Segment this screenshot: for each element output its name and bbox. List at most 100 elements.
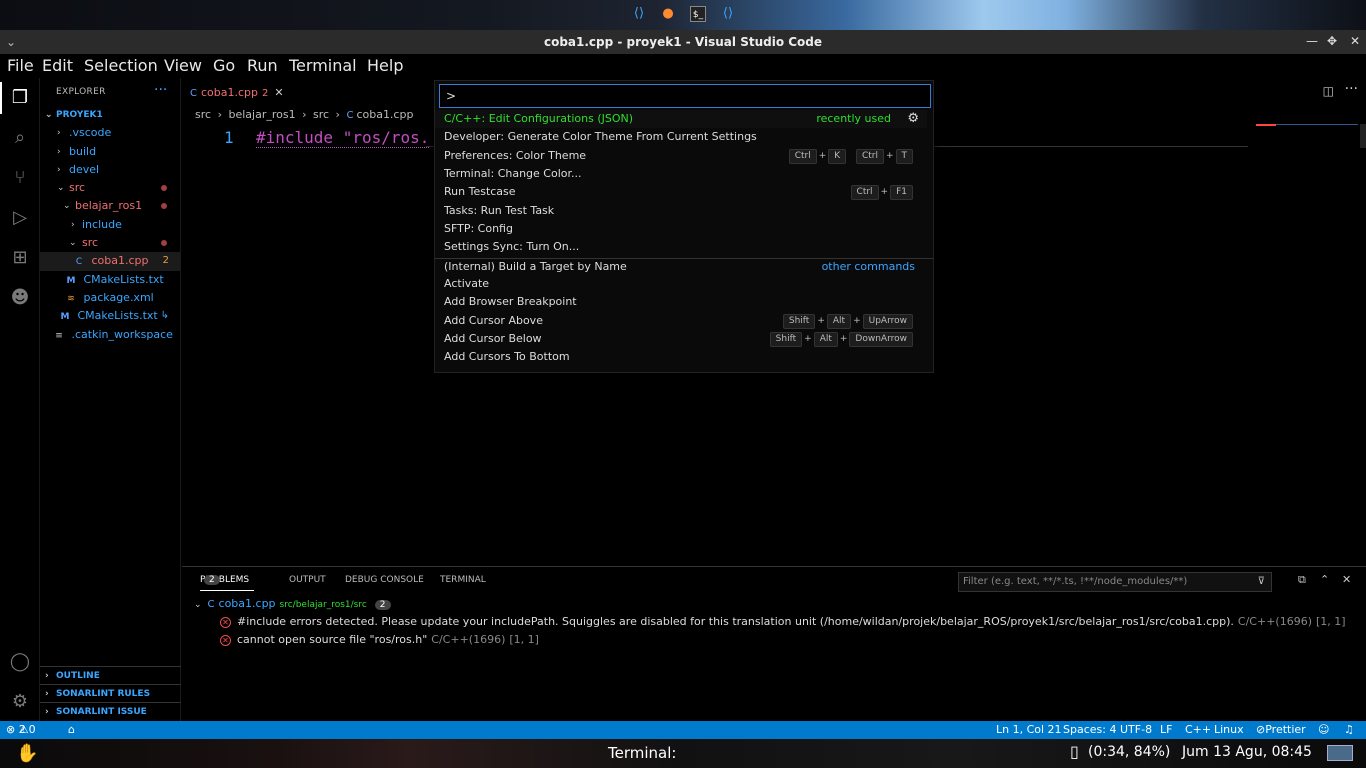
search-icon[interactable]: ⌕ — [8, 126, 32, 150]
menu-help[interactable]: Help — [367, 56, 403, 75]
tab-terminal[interactable]: TERMINAL — [440, 575, 486, 585]
palette-item[interactable]: Add Browser Breakpoint — [435, 293, 927, 311]
collapse-all-icon[interactable]: ⧉ — [1298, 573, 1306, 587]
status-eol[interactable]: LF — [1160, 721, 1172, 739]
battery-icon[interactable]: ▯ — [1070, 742, 1079, 761]
cpp-file-icon: C — [346, 110, 354, 121]
tree-item-catkin-workspace[interactable]: ≡ .catkin_workspace — [40, 326, 181, 344]
maximize-panel-icon[interactable]: ⌃ — [1320, 573, 1329, 586]
status-encoding[interactable]: UTF-8 — [1120, 721, 1152, 739]
tree-item-label: include — [82, 217, 122, 231]
tree-item-vscode[interactable]: › .vscode — [40, 124, 181, 142]
palette-item[interactable]: Preferences: Color Theme Ctrl + K Ctrl + T — [435, 147, 927, 165]
palette-item-label: Add Cursor Below — [444, 332, 542, 345]
tab-output[interactable]: OUTPUT — [289, 575, 326, 585]
cpp-file-icon: C — [207, 599, 215, 610]
tree-item-include[interactable]: › include — [40, 216, 181, 234]
breadcrumb-item[interactable]: src — [313, 108, 329, 121]
vscode-launcher-icon[interactable]: ⟨⟩ — [631, 6, 647, 22]
command-palette-input[interactable]: > — [439, 84, 931, 108]
close-tab-icon[interactable]: ✕ — [274, 86, 283, 99]
tree-root[interactable]: ⌄ PROYEK1 — [40, 106, 181, 124]
palette-item[interactable]: SFTP: Config — [435, 220, 927, 238]
tree-item-belajar-ros1[interactable]: ⌄ belajar_ros1 — [40, 197, 181, 215]
more-actions-icon[interactable]: ··· — [1345, 81, 1358, 97]
run-debug-icon[interactable]: ▷ — [8, 206, 32, 230]
source-control-icon[interactable]: ⑂ — [8, 166, 32, 190]
palette-item[interactable]: Add Cursor Above Shift + Alt + UpArrow — [435, 312, 927, 330]
menu-terminal[interactable]: Terminal — [289, 56, 357, 75]
palette-item[interactable]: C/C++: Edit Configurations (JSON) recent… — [435, 110, 927, 128]
terminal-launcher-icon[interactable]: $_ — [690, 6, 706, 22]
split-editor-icon[interactable]: ◫ — [1323, 84, 1334, 98]
problem-file-row[interactable]: ⌄ Ccoba1.cpp src/belajar_ros1/src 2 — [194, 597, 391, 610]
palette-item[interactable]: Developer: Generate Color Theme From Cur… — [435, 128, 927, 146]
explorer-icon[interactable]: ❐ — [8, 86, 32, 110]
status-language[interactable]: C++ — [1185, 721, 1211, 739]
menu-file[interactable]: File — [7, 56, 34, 75]
show-desktop-icon[interactable] — [1327, 745, 1353, 761]
palette-item[interactable]: Run Testcase Ctrl + F1 — [435, 183, 927, 201]
tree-item-devel[interactable]: › devel — [40, 161, 181, 179]
menu-go[interactable]: Go — [213, 56, 235, 75]
remote-icon[interactable]: ☻ — [8, 286, 32, 310]
home-icon[interactable]: ⌂ — [68, 721, 75, 739]
palette-item[interactable]: Terminal: Change Color... — [435, 165, 927, 183]
feedback-icon[interactable]: ☺ — [1318, 721, 1329, 739]
code-line[interactable]: #include "ros/ros. — [256, 128, 430, 148]
minimize-icon[interactable]: — — [1306, 34, 1318, 48]
taskbar-app-label[interactable]: Terminal: — [608, 744, 676, 762]
section-sonarlint-rules[interactable]: › SONARLINT RULES — [40, 684, 181, 702]
palette-item[interactable]: Activate — [435, 275, 927, 293]
tree-item-package-xml[interactable]: ≋ package.xml — [40, 289, 181, 307]
problem-row[interactable]: ✕ #include errors detected. Please update… — [220, 615, 1346, 628]
close-panel-icon[interactable]: ✕ — [1342, 573, 1351, 586]
palette-item[interactable]: Add Cursor Below Shift + Alt + DownArrow — [435, 330, 927, 348]
close-window-icon[interactable]: ✕ — [1350, 34, 1360, 48]
settings-gear-icon[interactable]: ⚙ — [8, 690, 32, 714]
extensions-icon[interactable]: ⊞ — [8, 246, 32, 270]
section-outline[interactable]: › OUTLINE — [40, 666, 181, 684]
status-platform[interactable]: Linux — [1214, 721, 1244, 739]
palette-item[interactable]: (Internal) Build a Target by Name other … — [435, 258, 927, 276]
maximize-icon[interactable]: ✥ — [1327, 34, 1337, 48]
menu-selection[interactable]: Selection — [84, 56, 158, 75]
tab-debug-console[interactable]: DEBUG CONSOLE — [345, 575, 424, 585]
breadcrumb-item[interactable]: coba1.cpp — [356, 108, 413, 121]
menu-view[interactable]: View — [164, 56, 202, 75]
section-sonarlint-issues[interactable]: › SONARLINT ISSUE LOCAT... — [40, 702, 181, 735]
vscode-window-icon[interactable]: ⟨⟩ — [720, 6, 736, 22]
status-indentation[interactable]: Spaces: 4 — [1063, 721, 1116, 739]
breadcrumb-item[interactable]: src — [195, 108, 211, 121]
tab-coba1-cpp[interactable]: Ccoba1.cpp 2 ✕ — [190, 82, 284, 104]
tree-item-cmakelists[interactable]: M CMakeLists.txt — [40, 271, 181, 289]
clock[interactable]: Jum 13 Agu, 08:45 — [1182, 744, 1312, 760]
problems-filter-input[interactable]: Filter (e.g. text, **/*.ts, !**/node_mod… — [958, 572, 1272, 592]
tree-item-src[interactable]: ⌄ src — [40, 179, 181, 197]
status-formatter[interactable]: ⊘ Prettier — [1256, 721, 1306, 739]
tree-item-label: CMakeLists.txt — [77, 309, 158, 323]
notifications-icon[interactable]: ♫ — [1344, 721, 1354, 739]
breadcrumb-separator-icon: › — [335, 108, 340, 121]
tree-item-coba1-cpp[interactable]: C coba1.cpp 2 — [40, 252, 181, 271]
palette-item[interactable]: Add Cursors To Bottom — [435, 348, 927, 366]
gear-icon[interactable]: ⚙ — [907, 110, 919, 128]
palette-item[interactable]: Tasks: Run Test Task — [435, 202, 927, 220]
tree-item-cmakelists-root[interactable]: M CMakeLists.txt ↳ — [40, 307, 181, 325]
account-icon[interactable]: ◯ — [8, 650, 32, 674]
status-cursor-position[interactable]: Ln 1, Col 21 — [996, 721, 1062, 739]
filter-icon[interactable]: ⊽ — [1258, 573, 1265, 591]
editor-scrollbar[interactable] — [1360, 124, 1366, 148]
tree-item-src-inner[interactable]: ⌄ src — [40, 234, 181, 252]
explorer-more-icon[interactable]: ··· — [154, 82, 167, 98]
status-problems[interactable]: ⊗ 2 ⚠ 0 — [6, 721, 36, 739]
menu-run[interactable]: Run — [247, 56, 278, 75]
problem-row[interactable]: ✕ cannot open source file "ros/ros.h" C/C+… — [220, 633, 539, 646]
start-menu-icon[interactable]: ✋ — [16, 743, 38, 764]
firefox-launcher-icon[interactable]: ● — [660, 6, 676, 22]
active-tab-underline — [200, 590, 254, 591]
tree-item-build[interactable]: › build — [40, 143, 181, 161]
breadcrumb-item[interactable]: belajar_ros1 — [228, 108, 295, 121]
palette-item[interactable]: Settings Sync: Turn On... — [435, 238, 927, 256]
menu-edit[interactable]: Edit — [42, 56, 73, 75]
